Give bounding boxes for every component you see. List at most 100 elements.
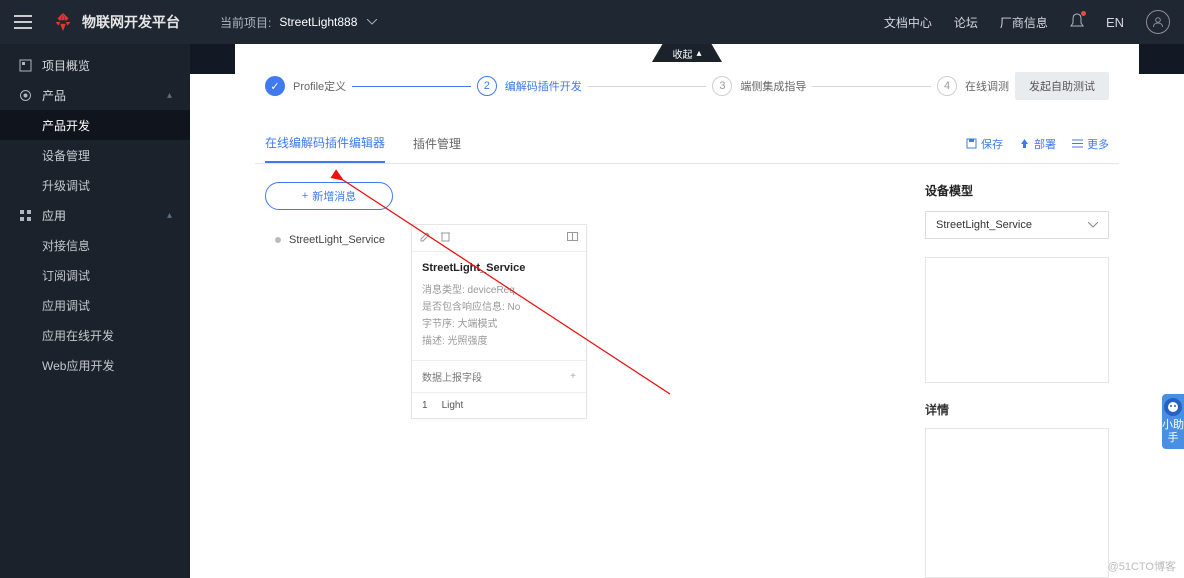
body-split: + 新增消息 StreetLight_Service [255, 164, 1119, 578]
docs-link[interactable]: 文档中心 [884, 14, 932, 31]
step-4[interactable]: 4 在线调测 [937, 76, 1009, 96]
sidebar-item-upgrade-debug[interactable]: 升级调试 [0, 170, 190, 200]
sidebar-label: 项目概览 [42, 57, 90, 74]
more-button[interactable]: 更多 [1072, 136, 1109, 152]
add-msg-label: 新增消息 [312, 188, 356, 204]
action-label: 保存 [981, 136, 1003, 152]
right-column: 设备模型 StreetLight_Service 详情 [925, 182, 1109, 578]
check-icon: ✓ [265, 76, 285, 96]
project-name: StreetLight888 [279, 15, 357, 29]
save-button[interactable]: 保存 [966, 136, 1003, 152]
tab-plugin-manage[interactable]: 插件管理 [413, 125, 461, 162]
helper-face-icon [1164, 398, 1182, 416]
sidebar-item-app[interactable]: 应用 ▴ [0, 200, 190, 230]
card-body: StreetLight_Service 消息类型: deviceReq 是否包含… [412, 252, 586, 360]
sidebar-item-device-mgmt[interactable]: 设备管理 [0, 140, 190, 170]
card-desc: 描述: 光照强度 [422, 333, 576, 350]
menu-icon[interactable] [14, 15, 32, 29]
step-connector [588, 86, 707, 87]
model-box [925, 257, 1109, 383]
save-icon [966, 138, 977, 149]
step-connector [812, 86, 931, 87]
chevron-up-icon: ▴ [167, 210, 172, 221]
step-connector [352, 86, 471, 87]
card-msg-type: 消息类型: deviceReq [422, 282, 576, 299]
edit-icon[interactable] [420, 231, 431, 245]
field-row[interactable]: 1 Light [412, 392, 586, 418]
status-dot-icon [275, 237, 281, 243]
watermark: @51CTO博客 [1108, 558, 1176, 574]
tab-codec-editor[interactable]: 在线编解码插件编辑器 [265, 124, 385, 163]
card-endian: 字节序: 大端模式 [422, 316, 576, 333]
model-selected-value: StreetLight_Service [936, 219, 1032, 231]
service-name: StreetLight_Service [289, 234, 385, 246]
field-index: 1 [422, 400, 428, 411]
card-toolbar [412, 225, 586, 252]
plus-icon: + [302, 190, 308, 202]
sidebar-item-conn-info[interactable]: 对接信息 [0, 230, 190, 260]
collapse-tab[interactable]: 收起 ▴ [652, 44, 722, 62]
sidebar-label: 应用 [42, 207, 66, 224]
card-has-response: 是否包含响应信息: No [422, 299, 576, 316]
chevron-up-icon: ▴ [696, 48, 701, 59]
field-name: Light [442, 400, 464, 411]
top-header: 物联网开发平台 当前项目: StreetLight888 文档中心 论坛 厂商信… [0, 0, 1184, 44]
notification-bell-icon[interactable] [1070, 13, 1084, 32]
project-selector[interactable]: StreetLight888 [279, 15, 377, 29]
step-number: 2 [477, 76, 497, 96]
deploy-icon [1019, 138, 1030, 149]
step-label: 在线调测 [965, 78, 1009, 94]
language-toggle[interactable]: EN [1106, 15, 1124, 30]
device-model-select[interactable]: StreetLight_Service [925, 211, 1109, 239]
user-avatar-icon[interactable] [1146, 10, 1170, 34]
helper-label: 小助手 [1162, 419, 1184, 444]
overview-icon [18, 58, 32, 72]
action-label: 更多 [1087, 136, 1109, 152]
step-label: 编解码插件开发 [505, 78, 582, 94]
more-icon [1072, 139, 1083, 148]
expand-icon[interactable] [567, 232, 578, 244]
platform-name: 物联网开发平台 [82, 12, 180, 32]
forum-link[interactable]: 论坛 [954, 14, 978, 31]
project-label: 当前项目: [220, 14, 271, 31]
sidebar-item-subscribe-debug[interactable]: 订阅调试 [0, 260, 190, 290]
white-panel: ✓ Profile定义 2 编解码插件开发 3 端侧集成指导 4 在线调测 发起… [235, 44, 1139, 578]
step-2[interactable]: 2 编解码插件开发 [477, 76, 582, 96]
product-icon [18, 88, 32, 102]
device-model-title: 设备模型 [925, 182, 1109, 199]
delete-icon[interactable] [441, 231, 450, 245]
card-title: StreetLight_Service [422, 262, 576, 274]
sidebar-item-app-online-dev[interactable]: 应用在线开发 [0, 320, 190, 350]
add-message-button[interactable]: + 新增消息 [265, 182, 393, 210]
detail-title: 详情 [925, 401, 1109, 418]
sidebar-item-product[interactable]: 产品 ▴ [0, 80, 190, 110]
chevron-up-icon: ▴ [167, 90, 172, 101]
notification-dot [1081, 11, 1086, 16]
collapse-label: 收起 [672, 46, 692, 61]
vendor-link[interactable]: 厂商信息 [1000, 14, 1048, 31]
self-test-button[interactable]: 发起自助测试 [1015, 72, 1109, 100]
sidebar-item-web-app-dev[interactable]: Web应用开发 [0, 350, 190, 380]
step-3[interactable]: 3 端侧集成指导 [712, 76, 806, 96]
action-label: 部署 [1034, 136, 1056, 152]
step-1[interactable]: ✓ Profile定义 [265, 76, 346, 96]
step-label: Profile定义 [293, 78, 346, 94]
sidebar-label: 产品 [42, 87, 66, 104]
card-section-header: 数据上报字段 + [412, 360, 586, 392]
logo-area: 物联网开发平台 [52, 11, 180, 33]
left-column: + 新增消息 StreetLight_Service [265, 182, 905, 578]
detail-box [925, 428, 1109, 578]
main-content: 收起 ▴ ✓ Profile定义 2 编解码插件开发 3 端侧集成指导 4 在线… [190, 44, 1184, 578]
sidebar-item-app-debug[interactable]: 应用调试 [0, 290, 190, 320]
deploy-button[interactable]: 部署 [1019, 136, 1056, 152]
helper-float-button[interactable]: 小助手 [1162, 394, 1184, 449]
step-number: 3 [712, 76, 732, 96]
sidebar-item-overview[interactable]: 项目概览 [0, 50, 190, 80]
app-icon [18, 208, 32, 222]
tab-row: 在线编解码插件编辑器 插件管理 保存 部署 更多 [255, 124, 1119, 164]
add-field-icon[interactable]: + [570, 371, 576, 382]
step-label: 端侧集成指导 [740, 78, 806, 94]
chevron-down-icon [1088, 222, 1098, 228]
section-label: 数据上报字段 [422, 369, 482, 384]
sidebar-item-product-dev[interactable]: 产品开发 [0, 110, 190, 140]
